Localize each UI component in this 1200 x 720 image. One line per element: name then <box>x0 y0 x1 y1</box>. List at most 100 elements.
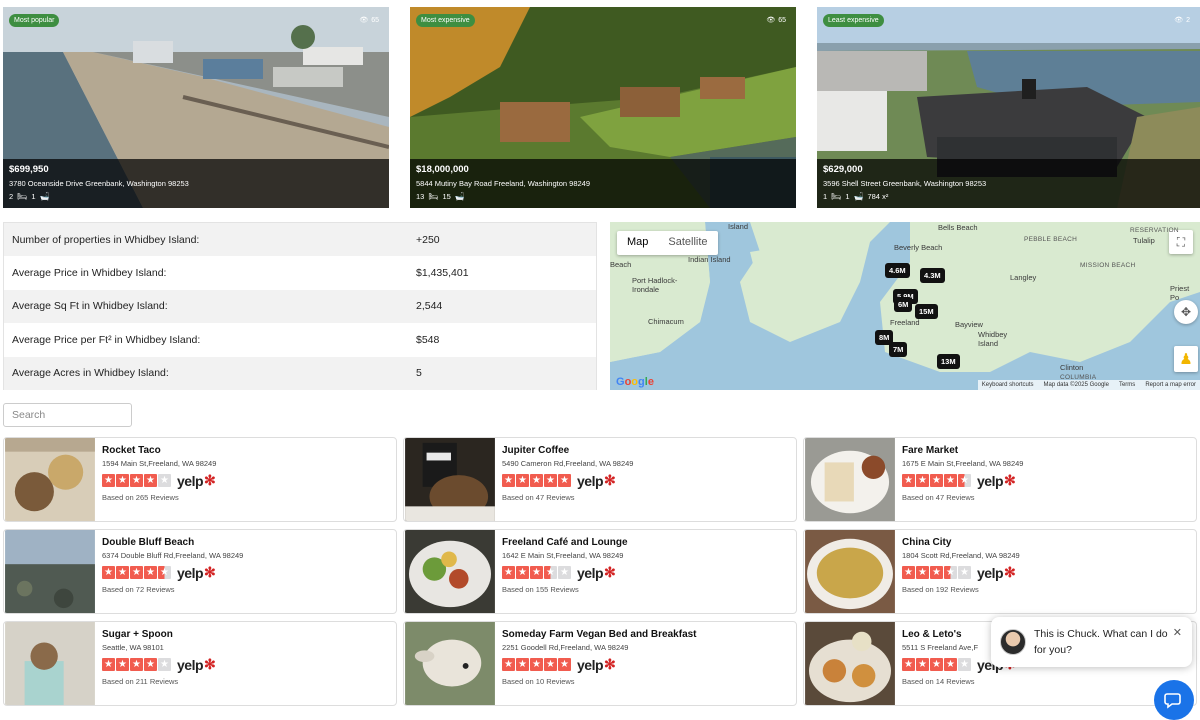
pan-control-icon[interactable]: ✥ <box>1174 300 1198 324</box>
stat-label: Average Acres in Whidbey Island: <box>12 367 169 380</box>
star-icon: ★ <box>502 566 515 579</box>
business-card[interactable]: Rocket Taco 1594 Main St,Freeland, WA 98… <box>3 437 397 522</box>
yelp-wordmark: yelp <box>577 657 604 673</box>
listing-card[interactable]: Least expensive 👁 2 $629,000 3596 Shell S… <box>817 7 1200 208</box>
business-card[interactable]: Fare Market 1675 E Main St,Freeland, WA … <box>803 437 1197 522</box>
business-info: Jupiter Coffee 5490 Cameron Rd,Freeland,… <box>502 445 792 502</box>
map-price-pin[interactable]: 4.6M <box>885 263 910 278</box>
business-name[interactable]: Sugar + Spoon <box>102 629 392 640</box>
business-name[interactable]: Rocket Taco <box>102 445 392 456</box>
business-name[interactable]: Double Bluff Beach <box>102 537 392 548</box>
pegman-icon[interactable]: ♟ <box>1174 346 1198 372</box>
yelp-wordmark: yelp <box>577 565 604 581</box>
listing-overlay: $18,000,000 5844 Mutiny Bay Road Freelan… <box>410 159 796 208</box>
stat-value: $548 <box>416 333 440 346</box>
map-footer: Keyboard shortcuts Map data ©2025 Google… <box>977 380 1200 390</box>
yelp-logo[interactable]: yelp✻ <box>977 472 1016 489</box>
business-address: 1594 Main St,Freeland, WA 98249 <box>102 459 217 468</box>
star-icon: ★ <box>544 474 557 487</box>
search-input[interactable] <box>3 403 132 427</box>
business-photo <box>5 622 95 705</box>
map-price-pin[interactable]: 4.3M <box>920 268 945 283</box>
yelp-wordmark: yelp <box>177 473 204 489</box>
star-icon: ★ <box>102 566 115 579</box>
business-rating: ★★★★★ yelp✻ <box>102 472 392 489</box>
business-card[interactable]: Freeland Café and Lounge 1642 E Main St,… <box>403 529 797 614</box>
star-icon: ★ <box>902 658 915 671</box>
business-rating: ★★★★★ yelp✻ <box>102 564 392 581</box>
business-card[interactable]: Double Bluff Beach 6374 Double Bluff Rd,… <box>3 529 397 614</box>
business-card[interactable]: Someday Farm Vegan Bed and Breakfast 225… <box>403 621 797 706</box>
business-card[interactable]: China City 1804 Scott Rd,Freeland, WA 98… <box>803 529 1197 614</box>
listing-specs: 2 🛏 1 🛁 <box>9 192 383 201</box>
map-place-label: Bayview <box>955 320 983 329</box>
map-price-pin[interactable]: 13M <box>937 354 960 369</box>
business-card[interactable]: Sugar + Spoon Seattle, WA 98101 ★ ★ ★ ★ ★ ye… <box>3 621 397 706</box>
map-price-pin[interactable]: 6M <box>894 297 913 312</box>
close-icon[interactable]: ✕ <box>1173 626 1182 639</box>
star-icon: ★ <box>944 566 957 579</box>
chat-popup[interactable]: This is Chuck. What can I do for you? ✕ <box>991 617 1192 667</box>
chat-launcher-button[interactable] <box>1154 680 1194 720</box>
map-place-label: RESERVATION <box>1130 227 1179 234</box>
map-place-label: Island <box>728 222 749 231</box>
yelp-logo[interactable]: yelp✻ <box>577 656 616 673</box>
yelp-logo[interactable]: yelp✻ <box>177 472 216 489</box>
tab-satellite[interactable]: Satellite <box>658 231 717 255</box>
business-info: Freeland Café and Lounge 1642 E Main St,… <box>502 537 792 594</box>
business-info: Double Bluff Beach 6374 Double Bluff Rd,… <box>102 537 392 594</box>
tab-map[interactable]: Map <box>617 231 658 255</box>
business-info: Someday Farm Vegan Bed and Breakfast 225… <box>502 629 792 686</box>
business-card[interactable]: Jupiter Coffee 5490 Cameron Rd,Freeland,… <box>403 437 797 522</box>
star-icon: ★ <box>158 566 171 579</box>
star-icon: ★ <box>130 566 143 579</box>
star-icon: ★ <box>144 658 157 671</box>
yelp-logo[interactable]: yelp✻ <box>177 656 216 673</box>
star-icon: ★ <box>116 474 129 487</box>
map-price-pin[interactable]: 7M <box>889 342 908 357</box>
beds-value: 2 <box>9 192 14 201</box>
star-icon: ★ <box>102 658 115 671</box>
listing-card[interactable]: Most popular 👁 65 $699,950 3780 Oceanside… <box>3 7 389 208</box>
map[interactable]: Map Satellite ⛶ ✥ ♟ Bells Beach Beverly … <box>610 222 1200 390</box>
listing-overlay: $699,950 3780 Oceanside Drive Greenbank,… <box>3 159 389 208</box>
business-name[interactable]: China City <box>902 537 1192 548</box>
yelp-logo[interactable]: yelp✻ <box>577 472 616 489</box>
map-place-label: Tulalip <box>1133 236 1155 245</box>
star-icon: ★ <box>930 566 943 579</box>
beds-value: 1 <box>823 192 828 201</box>
business-name[interactable]: Freeland Café and Lounge <box>502 537 792 548</box>
bed-icon: 🛏 <box>17 192 28 201</box>
business-photo <box>5 530 95 613</box>
star-icon: ★ <box>516 474 529 487</box>
star-icon: ★ <box>516 658 529 671</box>
yelp-logo[interactable]: yelp✻ <box>977 564 1016 581</box>
stat-value: 2,544 <box>416 300 443 313</box>
keyboard-shortcuts-link[interactable]: Keyboard shortcuts <box>982 382 1034 388</box>
yelp-wordmark: yelp <box>177 565 204 581</box>
business-name[interactable]: Someday Farm Vegan Bed and Breakfast <box>502 629 792 640</box>
map-price-pin[interactable]: 15M <box>915 304 938 319</box>
yelp-logo[interactable]: yelp✻ <box>177 564 216 581</box>
listing-card[interactable]: Most expensive 👁 65 $18,000,000 5844 Muti… <box>410 7 796 208</box>
business-name[interactable]: Fare Market <box>902 445 1192 456</box>
business-rating: ★★★★★ yelp✻ <box>502 564 792 581</box>
map-place-label: Freeland <box>890 318 920 327</box>
map-place-label: Indian Island <box>688 255 731 264</box>
star-icon: ★ <box>502 474 515 487</box>
stat-value: $1,435,401 <box>416 267 469 280</box>
business-name[interactable]: Jupiter Coffee <box>502 445 792 456</box>
star-icon: ★ <box>544 566 557 579</box>
google-logo: Google <box>616 376 654 388</box>
report-error-link[interactable]: Report a map error <box>1145 382 1196 388</box>
map-place-label: Beverly Beach <box>894 243 943 252</box>
yelp-logo[interactable]: yelp✻ <box>577 564 616 581</box>
terms-link[interactable]: Terms <box>1119 382 1135 388</box>
views-count: 👁 65 <box>766 16 786 25</box>
business-photo <box>805 530 895 613</box>
star-icon: ★ <box>130 658 143 671</box>
views-value: 2 <box>1186 16 1190 24</box>
star-icon: ★ <box>530 566 543 579</box>
review-count: Based on 14 Reviews <box>902 677 975 686</box>
map-place-label: PEBBLE BEACH <box>1024 236 1078 243</box>
